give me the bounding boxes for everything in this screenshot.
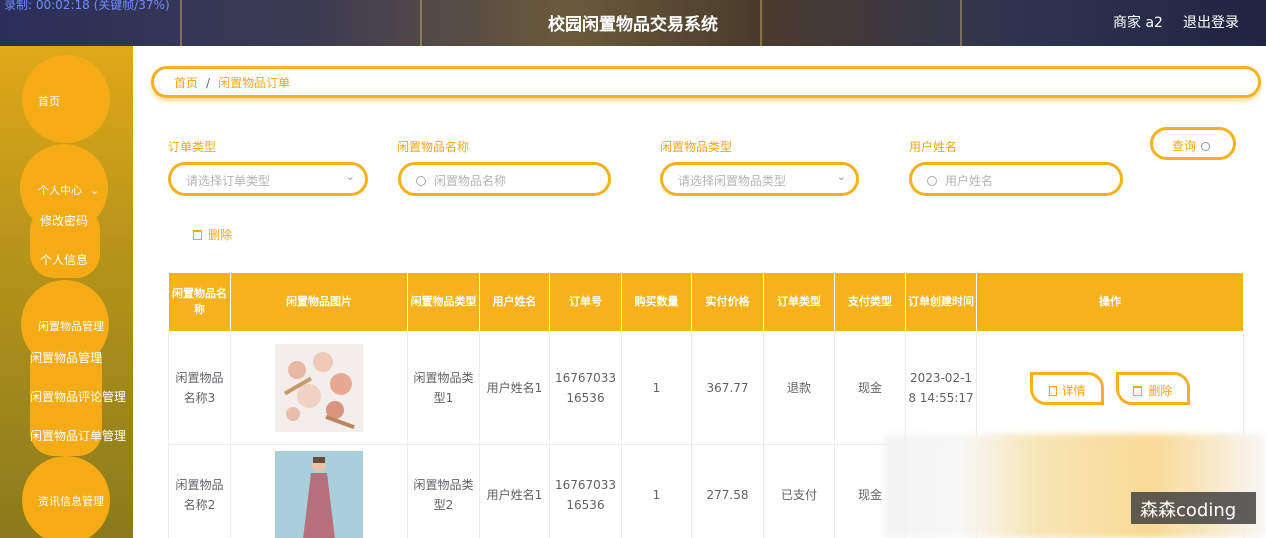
item-type-select[interactable]: 请选择闲置物品类型 ⌄ [660,162,859,196]
user-name-placeholder: 用户姓名 [945,174,994,188]
sidebar-item-item-order-mgmt[interactable]: 闲置物品订单管理 [30,427,126,444]
sidebar-item-personal-center-label[interactable]: 个人中心 ⌄ [38,182,99,198]
sidebar-item-item-mgmt-group-label[interactable]: 闲置物品管理 [38,318,104,334]
column-header: 支付类型 [834,272,906,332]
cell-price: 367.77 [691,331,764,445]
chevron-down-icon: ⌄ [345,170,355,183]
sidebar-item-item-mgmt[interactable]: 闲置物品管理 [30,349,102,366]
column-header: 闲置物品图片 [230,272,408,332]
breadcrumb-separator: / [206,76,211,90]
breadcrumb-home[interactable]: 首页 [174,76,198,90]
column-header: 操作 [976,272,1244,332]
query-button-label: 查询 [1172,139,1197,153]
detail-button-label: 详情 [1061,383,1086,398]
document-icon [1048,385,1057,396]
item-type-label: 闲置物品类型 [660,140,733,154]
item-image-cosmetics [275,344,363,432]
cell-created-time: 2023-02-18 14:55:17 [905,331,977,445]
order-type-label: 订单类型 [168,140,217,154]
cell-item-name: 闲置物品名称3 [168,331,231,445]
cell-actions: 详情 删除 [976,331,1244,445]
trash-icon [193,230,202,240]
table-row: 闲置物品名称3 闲置物品类型1 用户姓名1 1676703316536 1 36… [168,331,1244,445]
detail-button[interactable]: 详情 [1030,371,1105,405]
chevron-down-icon: ⌄ [836,170,846,183]
main-content: 首页 / 闲置物品订单 订单类型 请选择订单类型 ⌄ 闲置物品名称 闲置物品名称 闲… [133,46,1266,538]
table-header-row: 闲置物品名称 闲置物品图片 闲置物品类型 用户姓名 订单号 购买数量 实付价格 … [168,272,1244,332]
logout-link[interactable]: 退出登录 [1183,12,1239,32]
item-type-placeholder: 请选择闲置物品类型 [678,174,787,188]
sidebar-item-news-mgmt-label[interactable]: 资讯信息管理 [38,493,104,509]
sidebar-item-personal-info[interactable]: 个人信息 [40,251,88,268]
trash-icon [1133,385,1143,396]
column-header: 实付价格 [691,272,764,332]
sidebar-item-change-password[interactable]: 修改密码 [40,212,88,229]
cell-order-type: 退款 [763,331,835,445]
breadcrumb-current: 闲置物品订单 [218,76,291,90]
query-button[interactable]: 查询 [1150,127,1236,160]
cell-item-image [230,331,408,445]
delete-button[interactable]: 删除 [1115,371,1190,405]
cell-quantity: 1 [621,331,692,445]
cell-item-type: 闲置物品类型1 [407,331,480,445]
sidebar-item-item-comment-mgmt[interactable]: 闲置物品评论管理 [30,388,126,405]
user-name-input[interactable]: 用户姓名 [909,162,1123,196]
column-header: 闲置物品类型 [407,272,480,332]
delete-button-label: 删除 [1148,383,1173,398]
column-header: 订单号 [549,272,622,332]
item-name-placeholder: 闲置物品名称 [434,174,507,188]
sidebar: 首页 个人中心 ⌄ 修改密码 个人信息 闲置物品管理 闲置物品管理 闲置物品评论管… [0,46,133,538]
watermark: 森森coding [1131,492,1256,524]
cell-item-image [230,444,408,538]
cell-item-name: 闲置物品名称2 [168,444,231,538]
sidebar-item-home[interactable] [22,55,110,143]
column-header: 订单创建时间 [905,272,977,332]
search-icon [1201,142,1211,151]
column-header: 闲置物品名称 [168,272,231,332]
cell-pay-type: 现金 [834,331,906,445]
user-name-label: 用户姓名 [909,140,958,154]
cosmetics-illustration [284,352,355,430]
cell-user-name: 用户姓名1 [479,444,550,538]
cell-price: 277.58 [691,444,764,538]
cell-user-name: 用户姓名1 [479,331,550,445]
top-bar: 录制: 00:02:18 (关键帧/37%) 校园闲置物品交易系统 商家 a2 … [0,0,1266,46]
cell-order-type: 已支付 [763,444,835,538]
sidebar-item-home-label[interactable]: 首页 [38,93,60,109]
search-icon [927,176,937,186]
cell-item-type: 闲置物品类型2 [407,444,480,538]
cell-order-number: 1676703316536 [549,331,622,445]
order-type-select[interactable]: 请选择订单类型 ⌄ [168,162,368,196]
column-header: 购买数量 [621,272,692,332]
item-name-label: 闲置物品名称 [397,140,470,154]
chevron-down-icon: ⌄ [90,184,100,197]
cell-quantity: 1 [621,444,692,538]
item-name-input[interactable]: 闲置物品名称 [398,162,611,196]
batch-delete-button[interactable]: 删除 [193,226,232,243]
column-header: 用户姓名 [479,272,550,332]
order-type-placeholder: 请选择订单类型 [186,174,271,188]
cell-order-number: 1676703316536 [549,444,622,538]
batch-delete-label: 删除 [208,228,233,242]
current-user: 商家 a2 [1113,15,1163,31]
search-icon [416,176,426,186]
dress-illustration [275,450,363,538]
system-title: 校园闲置物品交易系统 [548,15,718,35]
item-image-dress [275,450,363,538]
column-header: 订单类型 [763,272,835,332]
breadcrumb: 首页 / 闲置物品订单 [151,66,1261,98]
